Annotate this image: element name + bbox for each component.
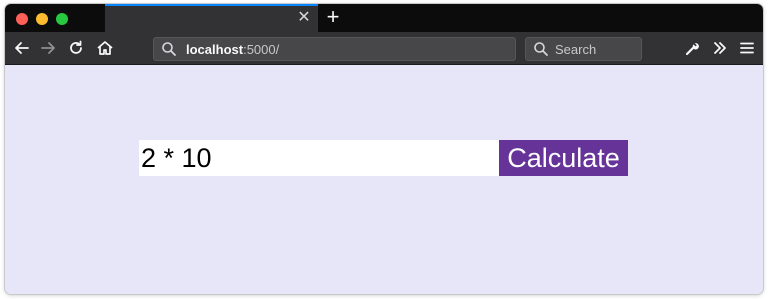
tab-active[interactable]: ✕ <box>105 4 318 32</box>
search-icon <box>533 41 549 57</box>
search-placeholder: Search <box>555 42 597 57</box>
maximize-window-icon[interactable] <box>56 13 68 25</box>
search-bar[interactable]: Search <box>525 37 642 61</box>
home-icon[interactable] <box>94 37 116 59</box>
address-bar[interactable]: localhost:5000/ <box>153 37 516 61</box>
overflow-chevron-icon[interactable] <box>709 37 731 59</box>
back-arrow-icon[interactable] <box>11 37 33 59</box>
nav-toolbar: localhost:5000/ Search <box>5 32 763 65</box>
page-content: Calculate <box>5 66 763 294</box>
forward-arrow-icon[interactable] <box>37 37 59 59</box>
url-path: :5000/ <box>243 42 280 57</box>
hamburger-menu-icon[interactable] <box>736 37 758 59</box>
expression-input[interactable] <box>139 140 499 176</box>
reload-icon[interactable] <box>65 37 87 59</box>
new-tab-icon[interactable]: + <box>323 6 343 28</box>
search-icon <box>161 41 177 57</box>
browser-window: ✕ + localhost:5000/ Search 2 * 10 Calcul… <box>5 4 763 294</box>
tab-strip: ✕ + <box>5 4 763 32</box>
close-tab-icon[interactable]: ✕ <box>296 10 312 26</box>
wrench-icon[interactable] <box>681 37 703 59</box>
calculate-button[interactable]: Calculate <box>499 140 628 176</box>
url-text[interactable]: localhost:5000/ <box>186 42 279 57</box>
close-window-icon[interactable] <box>16 13 28 25</box>
minimize-window-icon[interactable] <box>36 13 48 25</box>
url-host: localhost <box>186 42 244 57</box>
